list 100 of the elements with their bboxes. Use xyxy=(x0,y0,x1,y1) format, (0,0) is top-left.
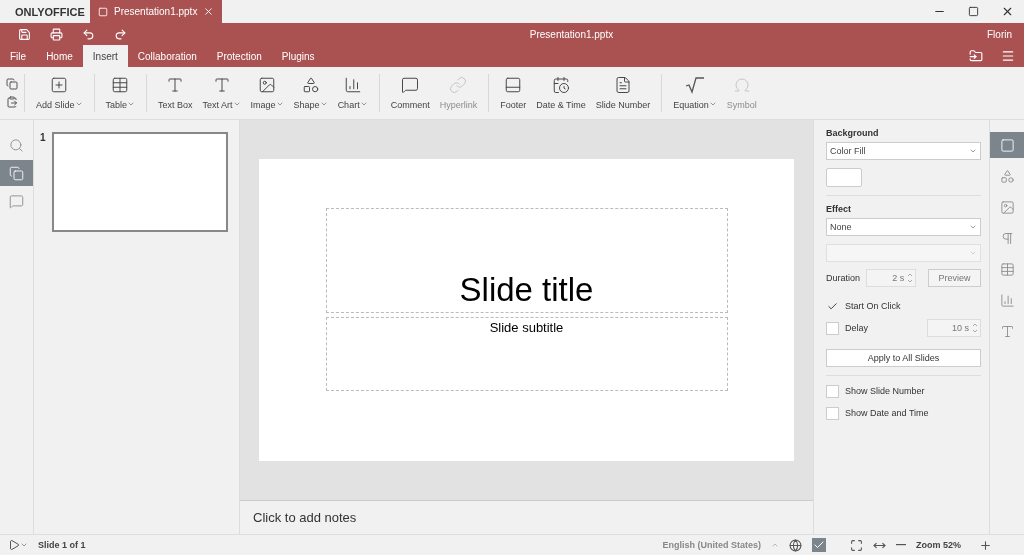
copy-icon xyxy=(6,78,18,90)
redo-icon xyxy=(113,27,127,41)
comment-icon xyxy=(401,76,420,94)
settings-tab[interactable] xyxy=(990,132,1024,158)
caret-icon xyxy=(20,541,28,549)
caret-icon xyxy=(127,100,136,108)
check-icon xyxy=(827,300,838,312)
toolbar-button[interactable]: Footer xyxy=(495,74,532,112)
effect-select[interactable]: None xyxy=(826,218,981,236)
toolbar-button[interactable]: Comment xyxy=(385,74,435,112)
toolbar-button[interactable]: Equation xyxy=(668,74,722,112)
add-slide-icon xyxy=(50,76,69,94)
section-label: Effect xyxy=(826,204,852,214)
search-icon xyxy=(9,137,24,153)
maximize-icon xyxy=(967,6,979,17)
comment-icon xyxy=(9,193,24,209)
menu-tab[interactable]: File xyxy=(0,45,37,67)
toolbar-button[interactable]: Image xyxy=(245,74,289,112)
apply-button[interactable]: Apply to All Slides xyxy=(826,349,981,367)
page-number-icon xyxy=(614,76,632,94)
fit-slide-button[interactable] xyxy=(850,538,863,552)
chart-icon xyxy=(343,76,362,94)
slide-number: 1 xyxy=(40,132,46,145)
subtitle-placeholder[interactable]: Slide subtitle xyxy=(325,317,728,391)
toolbar-button[interactable]: Date & Time xyxy=(531,74,591,112)
caret-icon xyxy=(771,541,779,549)
menu-tab[interactable]: Plugins xyxy=(271,45,325,67)
language-button[interactable] xyxy=(789,538,802,552)
checkbox-label: Delay xyxy=(845,323,868,333)
close-icon[interactable] xyxy=(203,6,215,17)
checkbox[interactable] xyxy=(826,384,839,398)
omega-icon xyxy=(732,76,751,94)
title-placeholder[interactable]: Slide title xyxy=(325,208,728,313)
check-icon xyxy=(813,539,825,551)
caret-icon xyxy=(74,100,83,108)
shape-icon xyxy=(301,76,320,94)
checkbox-label: Show Slide Number xyxy=(845,386,925,396)
folder-icon xyxy=(969,49,983,63)
menu-tab[interactable]: Protection xyxy=(206,45,272,67)
printer-icon xyxy=(49,27,63,41)
footer-icon xyxy=(504,76,523,94)
toolbar-button[interactable]: Slide Number xyxy=(590,74,656,112)
checkbox-label: Start On Click xyxy=(845,301,901,311)
caret-icon xyxy=(275,100,284,108)
toolbar-button[interactable]: Text Art xyxy=(197,74,246,112)
caret-icon xyxy=(319,100,328,108)
caret-icon xyxy=(969,147,977,155)
shape-settings-icon xyxy=(999,168,1015,184)
section-label: Background xyxy=(826,128,880,138)
text-art-icon xyxy=(212,76,231,94)
zoom-level: Zoom 52% xyxy=(916,540,961,550)
globe-icon xyxy=(789,538,802,552)
minus-icon xyxy=(896,544,906,546)
text-box-icon xyxy=(166,76,185,94)
table-settings-icon xyxy=(999,261,1015,277)
copy-button[interactable] xyxy=(6,78,18,90)
slide-settings-icon xyxy=(999,137,1015,153)
toolbar-button[interactable]: Text Box xyxy=(153,74,198,112)
link-icon xyxy=(449,76,468,94)
chart-settings-icon xyxy=(999,292,1015,308)
document-tab[interactable]: Presentation1.pptx xyxy=(90,0,223,23)
duration-label: Duration xyxy=(826,273,860,283)
table-icon xyxy=(111,76,130,94)
color-swatch[interactable] xyxy=(826,168,862,187)
paste-icon xyxy=(6,96,18,108)
document-tab-label: Presentation1.pptx xyxy=(114,6,198,17)
slide-thumbnail[interactable] xyxy=(51,132,228,232)
menu-tab[interactable]: Home xyxy=(36,45,83,67)
slides-icon xyxy=(9,165,24,181)
checkbox[interactable] xyxy=(826,406,839,420)
caret-icon xyxy=(232,100,241,108)
slideshow-button[interactable] xyxy=(8,539,28,551)
save-icon xyxy=(17,27,31,41)
brand-name: ONLYOFFICE xyxy=(15,5,85,18)
calendar-clock-icon xyxy=(551,76,570,94)
square-root-icon xyxy=(685,76,705,94)
caret-icon xyxy=(359,100,368,108)
menu-tab[interactable]: Insert xyxy=(82,45,128,67)
spellcheck-button[interactable] xyxy=(812,538,826,552)
toolbar-button[interactable]: Chart xyxy=(332,74,373,112)
sidebar-button[interactable] xyxy=(0,160,33,186)
undo-icon xyxy=(81,27,95,41)
caret-icon xyxy=(969,249,977,257)
image-icon xyxy=(258,76,277,94)
checkbox-label: Show Date and Time xyxy=(845,408,929,418)
play-icon xyxy=(8,539,20,551)
document-icon xyxy=(98,6,108,17)
document-title: Presentation1.pptx xyxy=(528,28,615,40)
toolbar-button[interactable]: Add Slide xyxy=(31,74,88,112)
fill-select[interactable]: Color Fill xyxy=(826,142,981,160)
plus-icon xyxy=(979,538,992,552)
toolbar-button[interactable]: Shape xyxy=(288,74,333,112)
zoom-in-button[interactable] xyxy=(979,538,992,552)
menu-icon xyxy=(1001,49,1015,63)
caret-icon xyxy=(969,223,977,231)
paste-button[interactable] xyxy=(6,96,18,108)
toolbar-button[interactable]: Table xyxy=(100,74,141,112)
image-settings-icon xyxy=(999,199,1015,215)
fit-icon xyxy=(850,538,863,552)
menu-tab[interactable]: Collaboration xyxy=(127,45,207,67)
